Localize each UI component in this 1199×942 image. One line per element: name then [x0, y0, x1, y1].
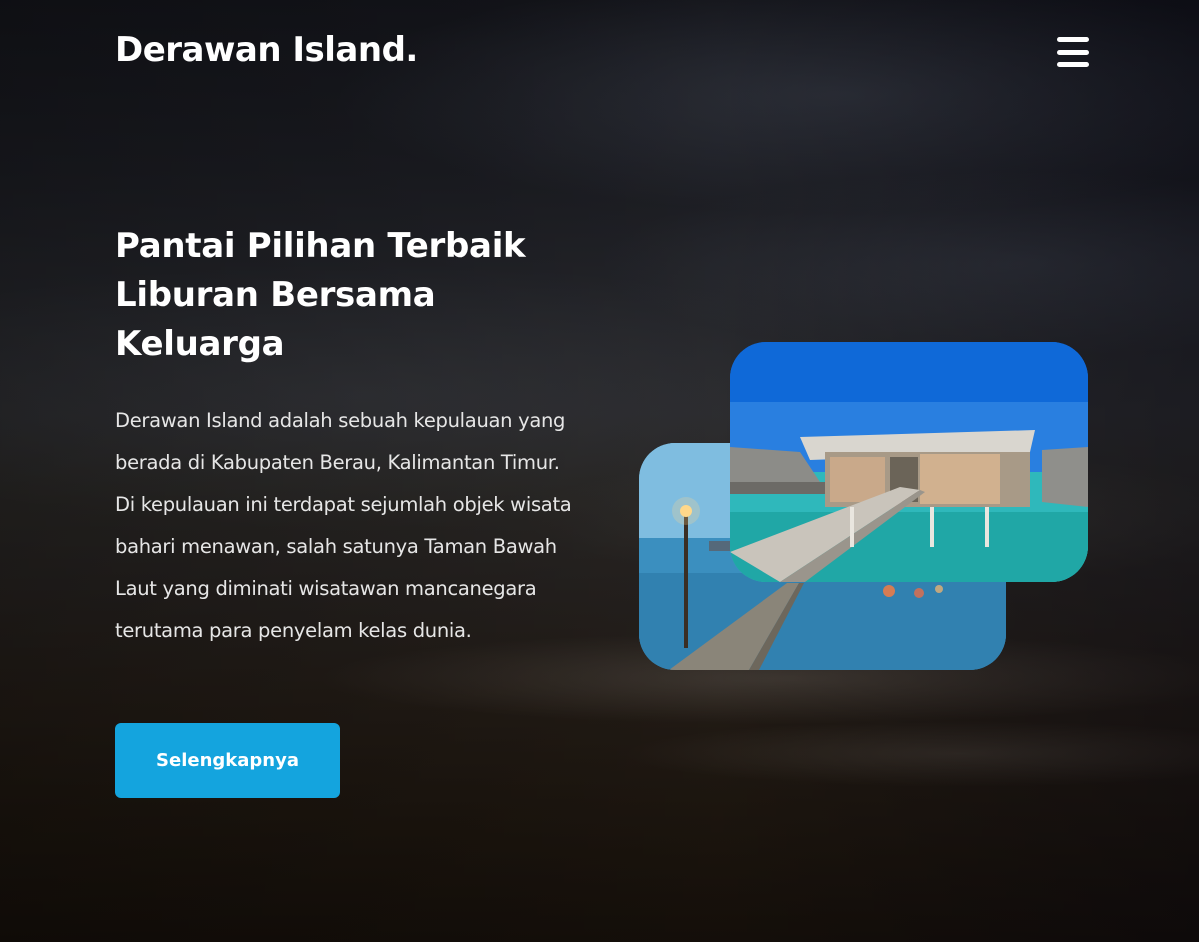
site-header: Derawan Island.	[115, 30, 1089, 70]
hamburger-menu-icon[interactable]	[1057, 37, 1089, 67]
hero-title-line: Liburan Bersama	[115, 275, 436, 315]
brand-logo[interactable]: Derawan Island.	[115, 30, 418, 70]
villa-photo	[730, 342, 1088, 582]
read-more-button[interactable]: Selengkapnya	[115, 723, 340, 798]
menu-bar	[1057, 49, 1089, 55]
hero-title-line: Keluarga	[115, 324, 285, 364]
hero-title: Pantai Pilihan Terbaik Liburan Bersama K…	[115, 222, 565, 369]
menu-bar	[1057, 37, 1089, 42]
hero-description: Derawan Island adalah sebuah kepulauan y…	[115, 409, 572, 642]
menu-bar	[1057, 62, 1089, 67]
hero-title-line: Pantai Pilihan Terbaik	[115, 226, 526, 266]
